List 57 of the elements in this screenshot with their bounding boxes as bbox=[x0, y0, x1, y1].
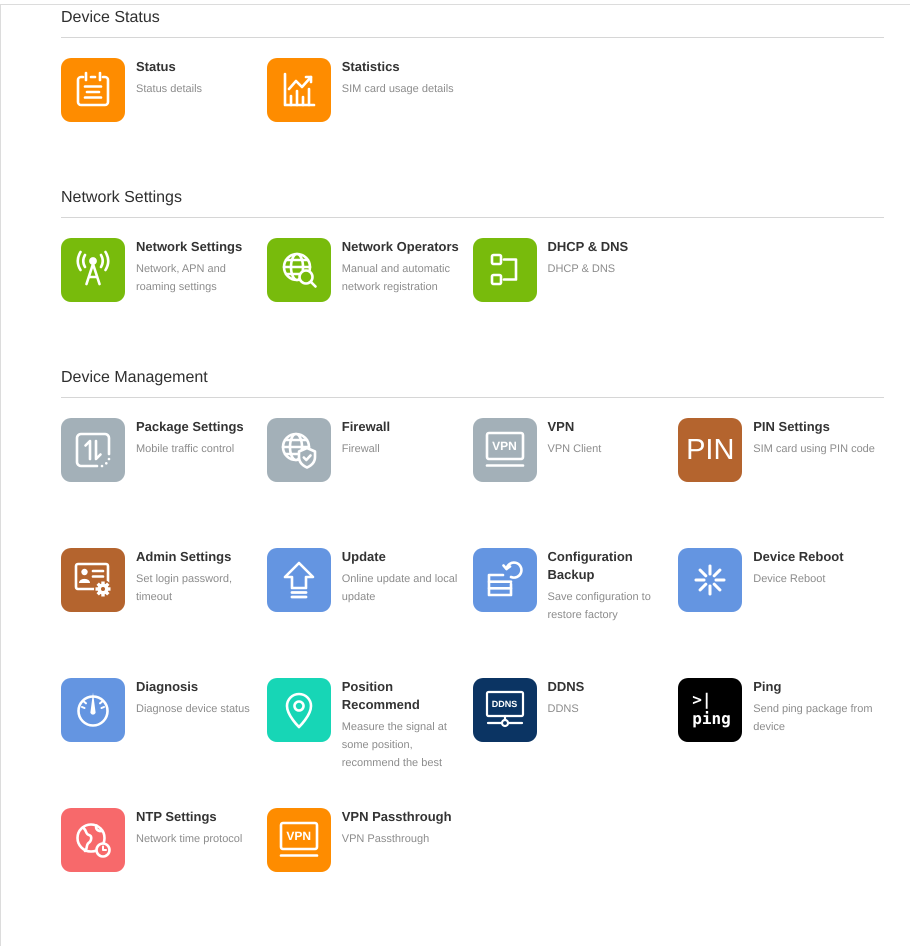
item-title[interactable]: Package Settings bbox=[136, 418, 244, 436]
globe-clock-icon[interactable] bbox=[61, 808, 125, 872]
item-title[interactable]: Firewall bbox=[342, 418, 390, 436]
calendar-icon[interactable] bbox=[61, 58, 125, 122]
item-description: Device Reboot bbox=[753, 572, 826, 587]
item-description: DHCP & DNS bbox=[548, 262, 616, 277]
globe-search-icon[interactable] bbox=[266, 238, 331, 302]
item-description: Mobile traffic control bbox=[136, 442, 234, 457]
bar-chart-icon[interactable] bbox=[266, 58, 331, 122]
item-description: Measure the signal at some position, recommend the best bbox=[342, 720, 448, 771]
table-refresh-icon[interactable] bbox=[472, 548, 536, 612]
item-title[interactable]: Network Operators bbox=[342, 238, 459, 256]
item-title[interactable]: DHCP & DNS bbox=[548, 238, 628, 256]
item-description: Diagnose device status bbox=[136, 702, 250, 717]
item-description: Online update and local update bbox=[342, 572, 458, 605]
item-title[interactable]: VPN bbox=[548, 418, 574, 436]
item-description: Network, APN and roaming settings bbox=[136, 262, 227, 295]
item-title[interactable]: NTP Settings bbox=[136, 808, 217, 826]
section-heading: Network Settings bbox=[61, 188, 182, 208]
item-title[interactable]: Diagnosis bbox=[136, 678, 198, 696]
item-description: DDNS bbox=[548, 702, 579, 717]
item-title[interactable]: VPN Passthrough bbox=[342, 808, 452, 826]
item-description: Set login password, timeout bbox=[136, 572, 233, 605]
item-title[interactable]: Network Settings bbox=[136, 238, 242, 256]
item-title[interactable]: Update bbox=[342, 548, 386, 566]
item-title[interactable]: DDNS bbox=[548, 678, 584, 696]
item-description: SIM card using PIN code bbox=[753, 442, 875, 457]
item-description: Save configuration to restore factory bbox=[548, 590, 652, 623]
item-title[interactable]: Admin Settings bbox=[136, 548, 232, 566]
section-heading: Device Status bbox=[61, 8, 160, 28]
connected-squares-icon[interactable] bbox=[472, 238, 536, 302]
item-title[interactable]: PIN Settings bbox=[753, 418, 830, 436]
item-description: VPN Client bbox=[548, 442, 602, 457]
item-description: Status details bbox=[136, 82, 202, 97]
location-pin-icon[interactable] bbox=[266, 678, 331, 742]
terminal-icon[interactable]: >| ping bbox=[678, 678, 742, 742]
item-title[interactable]: Status bbox=[136, 58, 176, 76]
antenna-icon[interactable] bbox=[61, 238, 125, 302]
globe-shield-icon[interactable] bbox=[266, 418, 331, 482]
up-down-arrows-icon[interactable] bbox=[61, 418, 125, 482]
spinner-icon[interactable] bbox=[678, 548, 742, 612]
section-heading: Device Management bbox=[61, 368, 208, 388]
item-description: Firewall bbox=[342, 442, 380, 457]
gauge-icon[interactable] bbox=[61, 678, 125, 742]
item-title[interactable]: Position Recommend bbox=[342, 678, 467, 714]
item-title[interactable]: Statistics bbox=[342, 58, 400, 76]
item-title[interactable]: Ping bbox=[753, 678, 782, 696]
item-description: Manual and automatic network registration bbox=[342, 262, 451, 295]
item-title[interactable]: Configuration Backup bbox=[548, 548, 672, 584]
item-description: VPN Passthrough bbox=[342, 832, 430, 847]
item-description: Network time protocol bbox=[136, 832, 242, 847]
monitor-network-icon[interactable]: DDNS bbox=[472, 678, 536, 742]
item-title[interactable]: Device Reboot bbox=[753, 548, 844, 566]
id-card-gear-icon[interactable] bbox=[61, 548, 125, 612]
item-description: SIM card usage details bbox=[342, 82, 454, 97]
item-description: Send ping package from device bbox=[753, 702, 874, 735]
pin-code-icon[interactable]: PIN bbox=[678, 418, 742, 482]
